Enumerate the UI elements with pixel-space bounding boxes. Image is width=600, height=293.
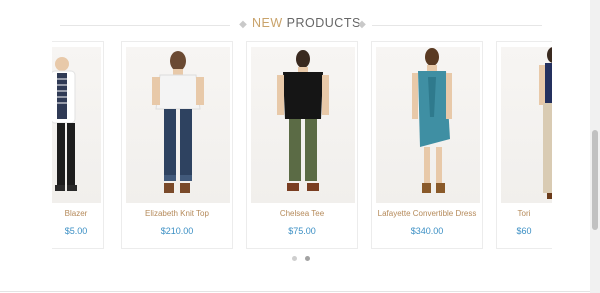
scrollbar-thumb[interactable] [592,130,598,230]
product-name[interactable]: Chelsea Tee [247,209,357,218]
product-image[interactable] [376,47,480,203]
pagination-dot[interactable] [292,256,297,261]
product-name[interactable]: Elizabeth Knit Top [122,209,232,218]
section-heading: ◆ NEW PRODUCTS ◆ [0,14,590,36]
carousel-pagination [292,256,316,262]
product-image[interactable] [501,47,552,203]
title-accent: NEW [252,16,283,30]
product-image[interactable] [251,47,355,203]
product-card[interactable]: Lafayette Convertible Dress $340.00 [371,41,483,249]
diamond-icon: ◆ [239,19,247,30]
product-carousel[interactable]: Blazer $5.00 Elizabeth Knit Top $210.00 … [52,41,552,253]
product-card[interactable]: Tori $60 [496,41,552,249]
product-name[interactable]: Lafayette Convertible Dress [372,209,482,218]
product-name[interactable]: Blazer [52,209,131,218]
section-divider [0,291,590,292]
product-card[interactable]: Chelsea Tee $75.00 [246,41,358,249]
heading-rule-right [372,25,542,26]
title-main: PRODUCTS [286,16,361,30]
section-title: NEW PRODUCTS [252,16,360,30]
new-products-section: ◆ NEW PRODUCTS ◆ Blazer $5.00 Elizabeth … [0,0,590,293]
product-price: $5.00 [64,226,88,236]
product-name[interactable]: Tori [469,209,552,218]
page-scrollbar[interactable] [590,0,600,293]
product-price: $75.00 [288,226,316,236]
product-image[interactable] [126,47,230,203]
product-card[interactable]: Elizabeth Knit Top $210.00 [121,41,233,249]
product-image[interactable] [52,47,101,203]
product-price: $210.00 [160,226,194,236]
diamond-icon: ◆ [358,19,366,30]
heading-rule-left [60,25,230,26]
product-card[interactable]: Blazer $5.00 [52,41,104,249]
pagination-dot-active[interactable] [305,256,310,261]
product-price: $340.00 [410,226,444,236]
product-price: $60 [516,226,532,236]
